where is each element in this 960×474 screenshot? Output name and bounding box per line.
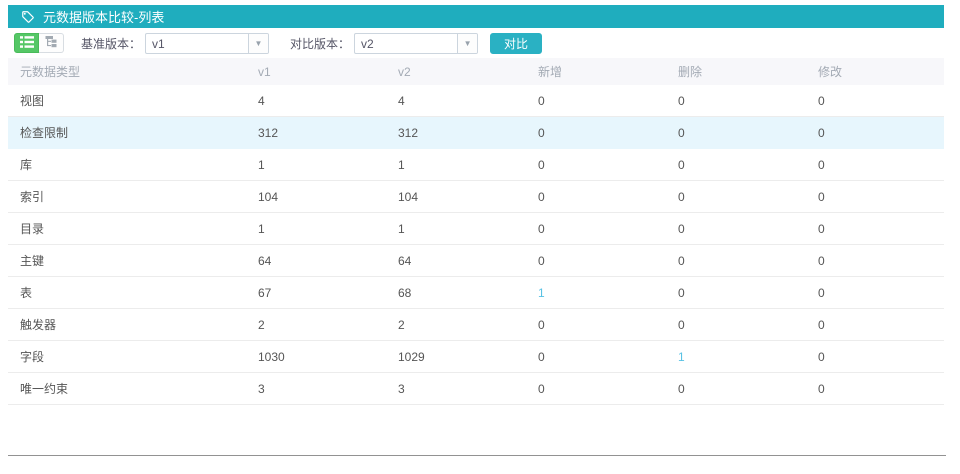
cell-metadata-type: 触发器 (8, 309, 246, 341)
cell-added-count: 0 (526, 309, 666, 341)
cell-metadata-type: 检查限制 (8, 117, 246, 149)
cell-v2-count: 2 (386, 309, 526, 341)
compare-button[interactable]: 对比 (490, 33, 542, 54)
cell-deleted-count: 0 (666, 117, 806, 149)
cell-v2-count: 64 (386, 245, 526, 277)
cell-v2-count: 4 (386, 85, 526, 117)
cell-added-count: 0 (526, 213, 666, 245)
table-body: 视图 4 4 0 0 0 检查限制 312 312 0 0 0 库 1 1 0 … (8, 85, 944, 405)
metadata-compare-panel: 元数据版本比较-列表 (8, 5, 944, 405)
panel-titlebar: 元数据版本比较-列表 (8, 5, 944, 28)
cell-v1-count: 1030 (246, 341, 386, 373)
cell-v1-count: 1 (246, 149, 386, 181)
toolbar: 基准版本： v1 ▼ 对比版本： v2 ▼ 对比 (8, 28, 944, 58)
base-version-select[interactable]: v1 ▼ (145, 33, 269, 54)
table-row[interactable]: 目录 1 1 0 0 0 (8, 213, 944, 245)
comparison-table: 元数据类型 v1 v2 新增 删除 修改 视图 4 4 0 0 0 检查限制 3… (8, 58, 944, 405)
table-header: 元数据类型 v1 v2 新增 删除 修改 (8, 58, 944, 85)
list-view-button[interactable] (14, 33, 39, 53)
base-version-label: 基准版本： (81, 35, 141, 52)
cell-v2-count: 1 (386, 149, 526, 181)
cell-deleted-count: 0 (666, 85, 806, 117)
cell-modified-count: 0 (806, 341, 944, 373)
compare-version-select[interactable]: v2 ▼ (354, 33, 478, 54)
base-version-value: v1 (146, 34, 248, 53)
panel-title: 元数据版本比较-列表 (43, 7, 164, 26)
cell-v1-count: 312 (246, 117, 386, 149)
column-header-v2: v2 (386, 58, 526, 85)
tree-view-button[interactable] (39, 33, 64, 53)
cell-added-count: 0 (526, 85, 666, 117)
column-header-deleted: 删除 (666, 58, 806, 85)
cell-metadata-type: 字段 (8, 341, 246, 373)
cell-metadata-type: 表 (8, 277, 246, 309)
cell-metadata-type: 唯一约束 (8, 373, 246, 405)
cell-deleted-count: 0 (666, 149, 806, 181)
table-row[interactable]: 主键 64 64 0 0 0 (8, 245, 944, 277)
table-row[interactable]: 唯一约束 3 3 0 0 0 (8, 373, 944, 405)
cell-modified-count: 0 (806, 85, 944, 117)
cell-added-count: 0 (526, 149, 666, 181)
cell-v2-count: 1029 (386, 341, 526, 373)
cell-metadata-type: 索引 (8, 181, 246, 213)
bottom-divider (8, 455, 946, 456)
table-row[interactable]: 库 1 1 0 0 0 (8, 149, 944, 181)
cell-metadata-type: 视图 (8, 85, 246, 117)
cell-v2-count: 104 (386, 181, 526, 213)
cell-modified-count: 0 (806, 309, 944, 341)
cell-v1-count: 4 (246, 85, 386, 117)
cell-v1-count: 67 (246, 277, 386, 309)
cell-modified-count: 0 (806, 181, 944, 213)
cell-metadata-type: 库 (8, 149, 246, 181)
column-header-added: 新增 (526, 58, 666, 85)
table-row[interactable]: 视图 4 4 0 0 0 (8, 85, 944, 117)
chevron-down-icon[interactable]: ▼ (248, 34, 268, 53)
cell-v1-count: 2 (246, 309, 386, 341)
table-row[interactable]: 触发器 2 2 0 0 0 (8, 309, 944, 341)
table-row[interactable]: 索引 104 104 0 0 0 (8, 181, 944, 213)
table-row[interactable]: 字段 1030 1029 0 1 0 (8, 341, 944, 373)
cell-deleted-count: 0 (666, 309, 806, 341)
cell-v1-count: 3 (246, 373, 386, 405)
cell-metadata-type: 主键 (8, 245, 246, 277)
cell-modified-count: 0 (806, 373, 944, 405)
column-header-v1: v1 (246, 58, 386, 85)
cell-added-count: 0 (526, 181, 666, 213)
cell-v2-count: 3 (386, 373, 526, 405)
cell-modified-count: 0 (806, 277, 944, 309)
cell-added-count: 0 (526, 117, 666, 149)
tag-icon (21, 10, 35, 24)
cell-v1-count: 64 (246, 245, 386, 277)
cell-deleted-count: 0 (666, 373, 806, 405)
cell-deleted-count: 0 (666, 277, 806, 309)
cell-added-count: 0 (526, 245, 666, 277)
table-row[interactable]: 表 67 68 1 0 0 (8, 277, 944, 309)
cell-modified-count: 0 (806, 117, 944, 149)
cell-added-count: 0 (526, 373, 666, 405)
cell-v2-count: 1 (386, 213, 526, 245)
compare-version-value: v2 (355, 34, 457, 53)
table-row[interactable]: 检查限制 312 312 0 0 0 (8, 117, 944, 149)
cell-modified-count: 0 (806, 245, 944, 277)
cell-deleted-count: 0 (666, 213, 806, 245)
cell-added-count: 0 (526, 341, 666, 373)
cell-modified-count: 0 (806, 149, 944, 181)
cell-deleted-count-diff-link[interactable]: 1 (666, 341, 806, 373)
cell-deleted-count: 0 (666, 181, 806, 213)
cell-deleted-count: 0 (666, 245, 806, 277)
cell-v2-count: 68 (386, 277, 526, 309)
cell-metadata-type: 目录 (8, 213, 246, 245)
cell-v1-count: 104 (246, 181, 386, 213)
chevron-down-icon[interactable]: ▼ (457, 34, 477, 53)
view-toggle-group (14, 33, 64, 53)
column-header-modified: 修改 (806, 58, 944, 85)
cell-modified-count: 0 (806, 213, 944, 245)
tree-view-icon (45, 36, 58, 51)
compare-version-label: 对比版本： (290, 35, 350, 52)
cell-added-count-diff-link[interactable]: 1 (526, 277, 666, 309)
list-view-icon (20, 36, 34, 51)
cell-v2-count: 312 (386, 117, 526, 149)
cell-v1-count: 1 (246, 213, 386, 245)
column-header-type: 元数据类型 (8, 58, 246, 85)
